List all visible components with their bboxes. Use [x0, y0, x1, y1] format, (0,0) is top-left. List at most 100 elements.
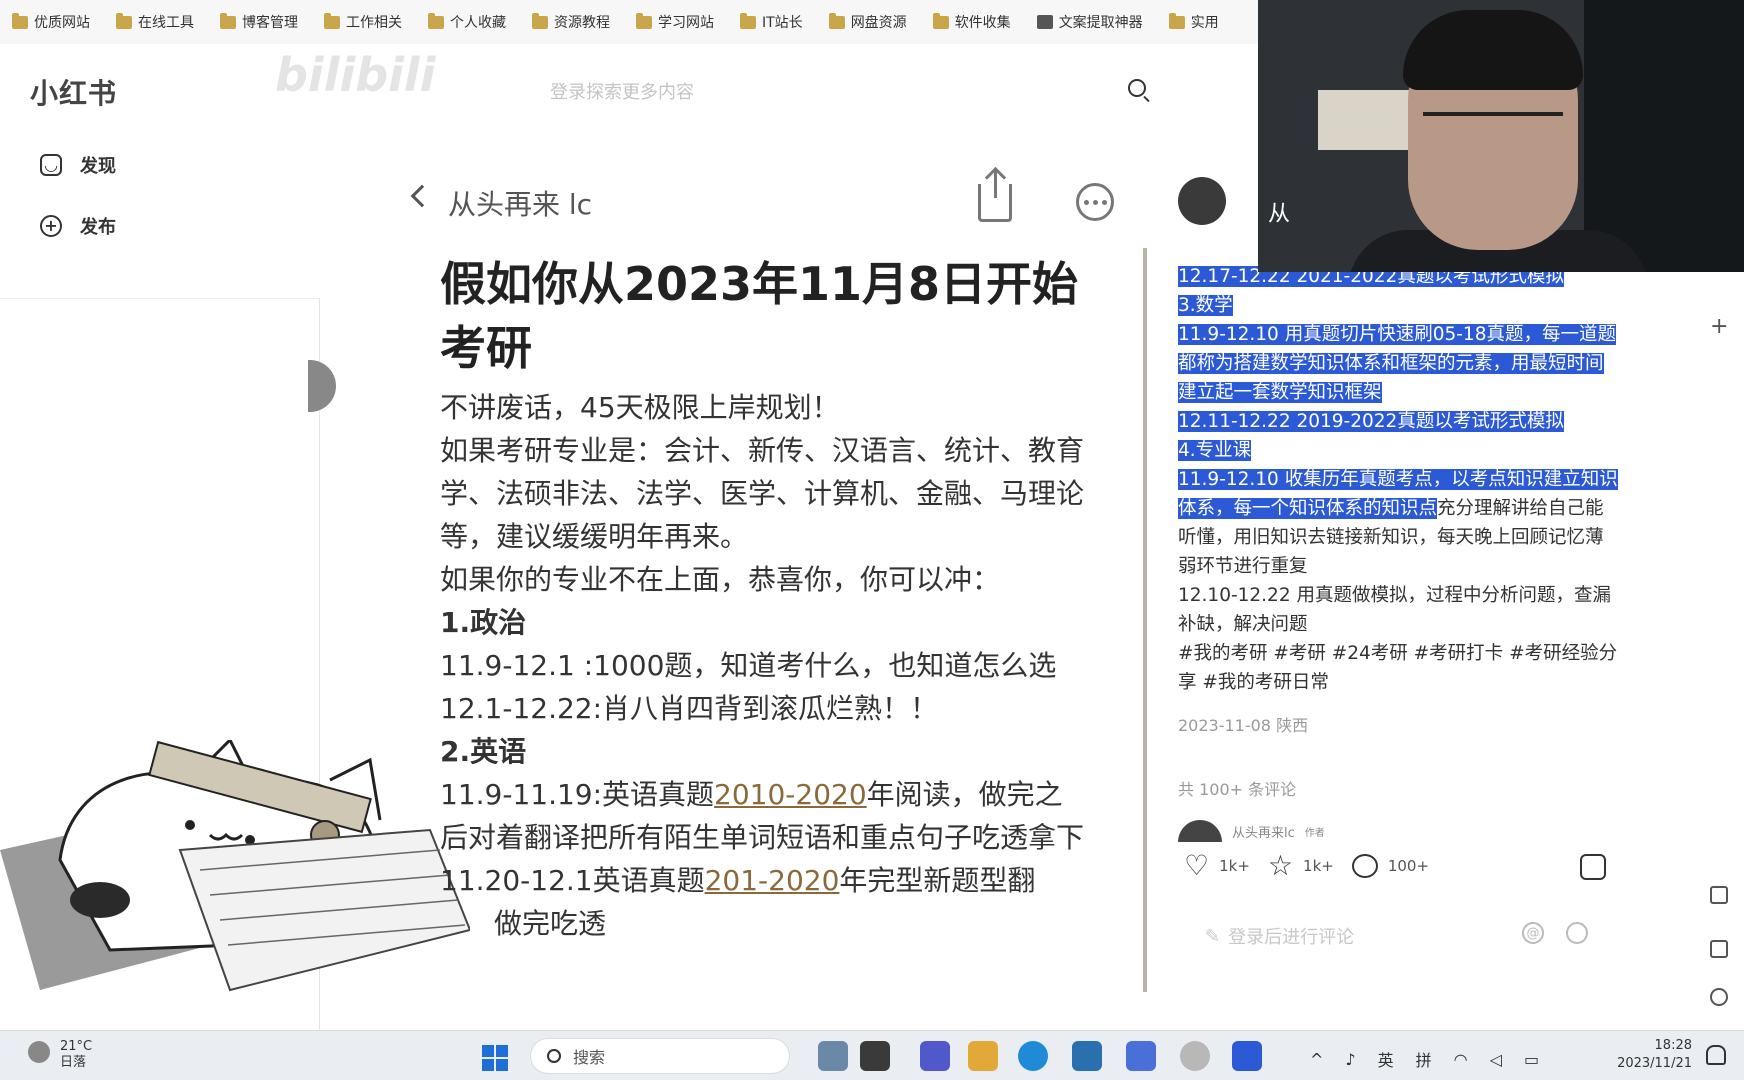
content-divider	[1143, 248, 1147, 992]
bookmark-item[interactable]: 文案提取神器	[1036, 12, 1143, 32]
edge-browser-icon[interactable]	[1018, 1041, 1048, 1071]
selected-text: 4.专业课	[1178, 440, 1252, 461]
clock[interactable]: 18:28 2023/11/21	[1616, 1037, 1692, 1073]
publish-date-location: 2023-11-08 陕西	[1178, 716, 1309, 735]
folder-icon	[12, 12, 28, 29]
star-icon: ☆	[1267, 849, 1294, 882]
note-line: 不讲废话，45天极限上岸规划！	[440, 391, 840, 424]
year-range-link[interactable]: 201-2020	[705, 864, 840, 897]
note-tags[interactable]: #我的考研 #考研 #24考研 #考研打卡 #考研经验分享 #我的考研日常	[1178, 643, 1617, 693]
plus-icon: +	[40, 215, 62, 237]
comment-placeholder: 登录后进行评论	[1228, 927, 1355, 948]
back-chevron-icon[interactable]	[410, 184, 434, 208]
taskbar-search[interactable]: 搜索	[530, 1038, 790, 1074]
folder-icon	[220, 12, 236, 29]
taskbar: 21°C 日落 搜索 ^ ♪ 英 拼 ◠ ◁ ▭ 18:28 2023/11/2…	[0, 1030, 1744, 1080]
weather-desc: 日落	[60, 1055, 87, 1070]
year-range-link[interactable]: 2010-2020	[714, 778, 867, 811]
note-line: 11.9-12.1 :1000题，知道考什么，也知道怎么选	[440, 649, 1057, 682]
share-icon[interactable]	[978, 170, 1012, 222]
bookmark-item[interactable]: 实用	[1168, 12, 1219, 32]
avatar[interactable]	[1178, 177, 1226, 225]
folder-icon	[828, 12, 845, 29]
screenshot-icon[interactable]	[1710, 886, 1728, 904]
webcam-overlay: 从	[1258, 0, 1744, 272]
taskbar-search-label: 搜索	[573, 1048, 606, 1067]
note-author-name[interactable]: 从头再来 lc	[448, 183, 592, 223]
commenter-name: 从头再来lc	[1232, 825, 1295, 841]
wifi-icon[interactable]: ◠	[1454, 1050, 1468, 1069]
heart-icon: ♡	[1184, 849, 1210, 882]
like-button[interactable]: ♡ 1k+	[1184, 852, 1250, 880]
battery-icon[interactable]: ▭	[1524, 1050, 1539, 1069]
notes-app-icon[interactable]	[1126, 1041, 1156, 1071]
note-line: 11.9-11.19:英语真题2010-2020年阅读，做完之后对着翻译把所有陌…	[440, 778, 1085, 854]
search-input[interactable]: 登录探索更多内容	[550, 78, 694, 104]
mic-icon[interactable]: ♪	[1345, 1050, 1355, 1069]
taskbar-app-icon[interactable]	[860, 1041, 890, 1071]
volume-icon[interactable]: ◁	[1490, 1050, 1502, 1069]
comment-input[interactable]: ✎ 登录后进行评论	[1205, 923, 1354, 949]
bookmark-item[interactable]: 学习网站	[636, 12, 714, 32]
bookmark-label: 工作相关	[346, 15, 402, 31]
bookmark-item[interactable]: 个人收藏	[428, 12, 506, 32]
bookmark-label: 文案提取神器	[1058, 15, 1143, 31]
nav-discover[interactable]: ◡ 发现	[40, 152, 116, 178]
bilibili-watermark: bilibili	[275, 48, 436, 102]
settings-icon[interactable]	[1710, 988, 1728, 1006]
nav-publish[interactable]: + 发布	[40, 213, 116, 239]
weather-widget[interactable]: 21°C 日落	[28, 1039, 92, 1071]
bookmark-item[interactable]: 网盘资源	[828, 12, 907, 32]
notification-bell-icon[interactable]	[1706, 1045, 1726, 1065]
cat-sticker-illustration	[0, 740, 470, 992]
note-title: 假如你从2023年11月8日开始考研	[440, 257, 1079, 375]
emoji-icon[interactable]	[1566, 922, 1588, 944]
clock-time: 18:28	[1654, 1038, 1692, 1053]
ime-language[interactable]: 英	[1378, 1047, 1394, 1071]
taskbar-app-icon[interactable]	[1072, 1041, 1102, 1071]
more-options-icon[interactable]	[1076, 183, 1114, 221]
bookmark-label: IT站长	[762, 15, 803, 31]
selected-text: 3.数学	[1178, 295, 1233, 316]
bookmark-item[interactable]: IT站长	[740, 12, 803, 32]
bookmark-label: 软件收集	[954, 15, 1011, 31]
edge-plus-icon[interactable]: +	[1710, 314, 1728, 339]
search-icon[interactable]	[1128, 79, 1146, 97]
xiaohongshu-logo[interactable]: 小红书	[30, 72, 117, 112]
ime-mode[interactable]: 拼	[1416, 1047, 1432, 1071]
note-line: 做完吃透	[494, 907, 607, 940]
bookmark-item[interactable]: 优质网站	[12, 12, 90, 32]
nav-publish-label: 发布	[80, 217, 116, 238]
collect-count: 1k+	[1303, 857, 1334, 875]
selected-text: 11.9-12.10 用真题切片快速刷05-18真题，每一道题都称为搭建数学知识…	[1178, 324, 1616, 403]
collect-button[interactable]: ☆ 1k+	[1268, 852, 1334, 880]
bookmark-item[interactable]: 资源教程	[532, 12, 610, 32]
bookmark-item[interactable]: 在线工具	[116, 12, 194, 32]
bookmark-item[interactable]: 博客管理	[220, 12, 298, 32]
bookmark-label: 博客管理	[242, 15, 298, 31]
comment-button[interactable]: 100+	[1351, 854, 1429, 878]
windows-start-icon[interactable]	[482, 1045, 508, 1071]
bookmark-item[interactable]: 工作相关	[324, 12, 402, 32]
folder-icon	[1168, 12, 1185, 29]
commenter-avatar	[1178, 820, 1222, 842]
selected-text: 12.11-12.22 2019-2022真题以考试形式模拟	[1178, 411, 1564, 432]
mention-icon[interactable]: @	[1522, 922, 1544, 944]
teams-icon[interactable]	[920, 1041, 950, 1071]
bookmark-label: 个人收藏	[450, 15, 506, 31]
bookmark-item[interactable]: 软件收集	[932, 12, 1011, 32]
chevron-up-icon[interactable]: ^	[1310, 1050, 1323, 1069]
bookmark-label: 优质网站	[34, 15, 90, 31]
taskbar-app-icon[interactable]	[1232, 1041, 1262, 1071]
taskbar-app-icon[interactable]	[818, 1041, 848, 1071]
system-tray: ^ ♪ 英 拼 ◠ ◁ ▭	[1310, 1047, 1539, 1071]
file-explorer-icon[interactable]	[968, 1041, 998, 1071]
taskbar-app-icon[interactable]	[1180, 1041, 1210, 1071]
side-scroll-tab[interactable]	[308, 360, 336, 412]
note-text: 12.10-12.22 用真题做模拟，过程中分析问题，查漏补缺，解决问题	[1178, 585, 1611, 635]
share-icon[interactable]	[1580, 854, 1606, 880]
bookmark-label: 学习网站	[658, 15, 714, 31]
folder-icon	[932, 12, 949, 29]
sidebar-toggle-icon[interactable]	[1710, 940, 1728, 958]
folder-icon	[636, 12, 652, 29]
